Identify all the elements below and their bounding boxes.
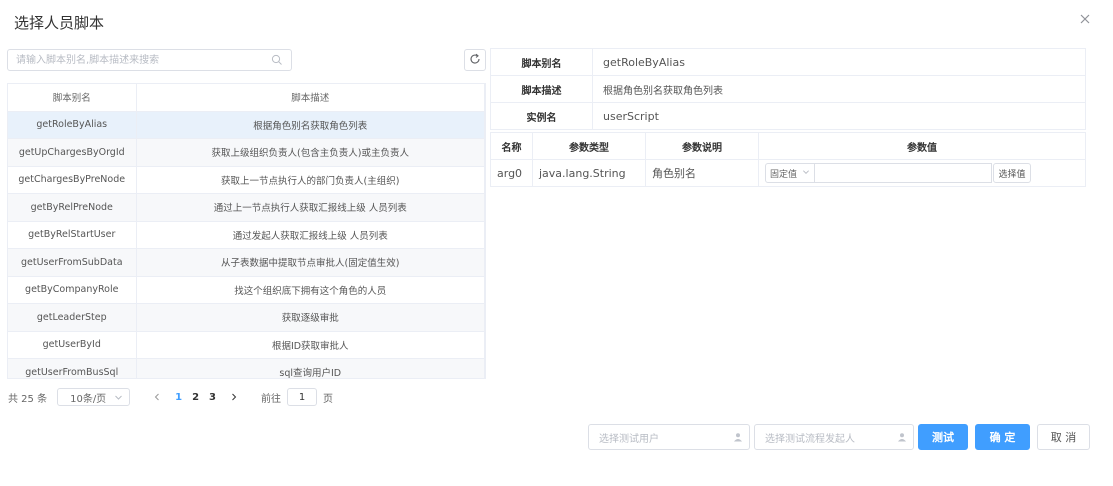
script-desc-cell: 根据ID获取审批人 xyxy=(136,331,485,359)
alias-label: 脚本别名 xyxy=(490,48,593,76)
dialog-title: 选择人员脚本 xyxy=(14,14,105,32)
search-icon[interactable] xyxy=(271,54,283,66)
param-header-desc: 参数说明 xyxy=(645,132,759,160)
confirm-button[interactable]: 确 定 xyxy=(975,424,1030,450)
table-row[interactable]: getChargesByPreNode 获取上一节点执行人的部门负责人(主组织) xyxy=(8,166,485,194)
choose-value-button[interactable]: 选择值 xyxy=(993,163,1031,183)
script-desc-cell: 通过发起人获取汇报线上级 人员列表 xyxy=(136,221,485,249)
pagination: 共 25 条 10条/页 1 2 3 前往 页 xyxy=(8,387,333,407)
param-value-input[interactable] xyxy=(815,163,992,183)
test-user-select[interactable]: 选择测试用户 xyxy=(588,424,750,450)
user-icon xyxy=(897,432,907,442)
script-desc-cell: 找这个组织底下拥有这个角色的人员 xyxy=(136,276,485,304)
script-alias-cell: getUpChargesByOrgId xyxy=(8,138,137,167)
param-header-name: 名称 xyxy=(490,132,533,160)
script-desc-cell: 通过上一节点执行人获取汇报线上级 人员列表 xyxy=(136,193,485,222)
total-count: 共 25 条 xyxy=(8,393,48,405)
value-mode-select[interactable]: 固定值 xyxy=(765,163,815,183)
script-desc-cell: 获取上一节点执行人的部门负责人(主组织) xyxy=(136,166,485,194)
param-name: arg0 xyxy=(490,159,533,187)
page-number-2[interactable]: 2 xyxy=(192,392,199,403)
script-table: 脚本别名 脚本描述 getRoleByAlias 根据角色别名获取角色列表 getU… xyxy=(7,83,486,379)
script-desc-cell: 从子表数据中提取节点审批人(固定值生效) xyxy=(136,248,485,277)
params-table: 名称 参数类型 参数说明 参数值 arg0 java.lang.String 角… xyxy=(490,132,1086,187)
prev-page-icon[interactable] xyxy=(152,392,162,402)
page-number-1[interactable]: 1 xyxy=(175,392,182,403)
script-alias-cell: getChargesByPreNode xyxy=(8,166,137,194)
instance-value: userScript xyxy=(592,102,1086,130)
table-row[interactable]: getByCompanyRole 找这个组织底下拥有这个角色的人员 xyxy=(8,276,485,304)
test-starter-placeholder: 选择测试流程发起人 xyxy=(765,433,855,445)
table-row[interactable]: getUserById 根据ID获取审批人 xyxy=(8,331,485,359)
script-desc-cell: sql查询用户ID xyxy=(136,358,485,378)
page-size-select[interactable]: 10条/页 xyxy=(57,388,131,406)
refresh-icon xyxy=(469,53,481,68)
close-icon[interactable] xyxy=(1078,12,1092,26)
instance-label: 实例名 xyxy=(490,102,593,130)
param-header-type: 参数类型 xyxy=(532,132,646,160)
test-button[interactable]: 测试 xyxy=(918,424,968,450)
table-row[interactable]: getUpChargesByOrgId 获取上级组织负责人(包含主负责人)或主负责… xyxy=(8,138,485,167)
table-row[interactable]: getByRelStartUser 通过发起人获取汇报线上级 人员列表 xyxy=(8,221,485,249)
alias-value: getRoleByAlias xyxy=(592,48,1086,76)
script-alias-cell: getByCompanyRole xyxy=(8,276,137,304)
param-header-value: 参数值 xyxy=(758,132,1086,160)
table-row[interactable]: getUserFromBusSql sql查询用户ID xyxy=(8,358,485,378)
goto-page-input[interactable] xyxy=(287,388,317,406)
script-alias-cell: getUserFromSubData xyxy=(8,248,137,277)
next-page-icon[interactable] xyxy=(229,392,239,402)
script-desc-cell: 获取上级组织负责人(包含主负责人)或主负责人 xyxy=(136,138,485,167)
search-input[interactable] xyxy=(8,51,271,69)
script-desc-cell: 获取逐级审批 xyxy=(136,303,485,332)
goto-label: 前往 xyxy=(261,393,281,405)
search-box xyxy=(7,49,292,71)
test-starter-select[interactable]: 选择测试流程发起人 xyxy=(754,424,914,450)
desc-label: 脚本描述 xyxy=(490,75,593,103)
param-type: java.lang.String xyxy=(532,159,646,187)
desc-value: 根据角色别名获取角色列表 xyxy=(592,75,1086,103)
page-number-3[interactable]: 3 xyxy=(209,392,216,403)
chevron-down-icon xyxy=(114,393,123,402)
script-info-table: 脚本别名 getRoleByAlias 脚本描述 根据角色别名获取角色列表 实例… xyxy=(490,48,1086,130)
test-user-placeholder: 选择测试用户 xyxy=(599,433,659,445)
value-mode-label: 固定值 xyxy=(770,169,798,180)
user-icon xyxy=(733,432,743,442)
param-desc: 角色别名 xyxy=(645,159,759,187)
refresh-button[interactable] xyxy=(464,49,486,71)
table-row[interactable]: getUserFromSubData 从子表数据中提取节点审批人(固定值生效) xyxy=(8,248,485,277)
script-alias-cell: getUserFromBusSql xyxy=(8,358,137,378)
script-alias-cell: getUserById xyxy=(8,331,137,359)
script-alias-cell: getLeaderStep xyxy=(8,303,137,332)
table-row[interactable]: getByRelPreNode 通过上一节点执行人获取汇报线上级 人员列表 xyxy=(8,193,485,222)
column-header-alias: 脚本别名 xyxy=(8,84,137,112)
script-alias-cell: getRoleByAlias xyxy=(8,111,137,139)
param-row: arg0 java.lang.String 角色别名 固定值 选择值 xyxy=(490,159,1086,187)
page-size-value: 10条/页 xyxy=(70,393,107,405)
cancel-button[interactable]: 取 消 xyxy=(1037,424,1090,450)
script-desc-cell: 根据角色别名获取角色列表 xyxy=(136,111,485,139)
table-row[interactable]: getLeaderStep 获取逐级审批 xyxy=(8,303,485,332)
table-row[interactable]: getRoleByAlias 根据角色别名获取角色列表 xyxy=(8,111,485,139)
column-header-desc: 脚本描述 xyxy=(136,84,485,112)
script-alias-cell: getByRelStartUser xyxy=(8,221,137,249)
script-alias-cell: getByRelPreNode xyxy=(8,193,137,222)
page-unit-label: 页 xyxy=(323,393,333,405)
chevron-down-icon xyxy=(802,168,810,179)
